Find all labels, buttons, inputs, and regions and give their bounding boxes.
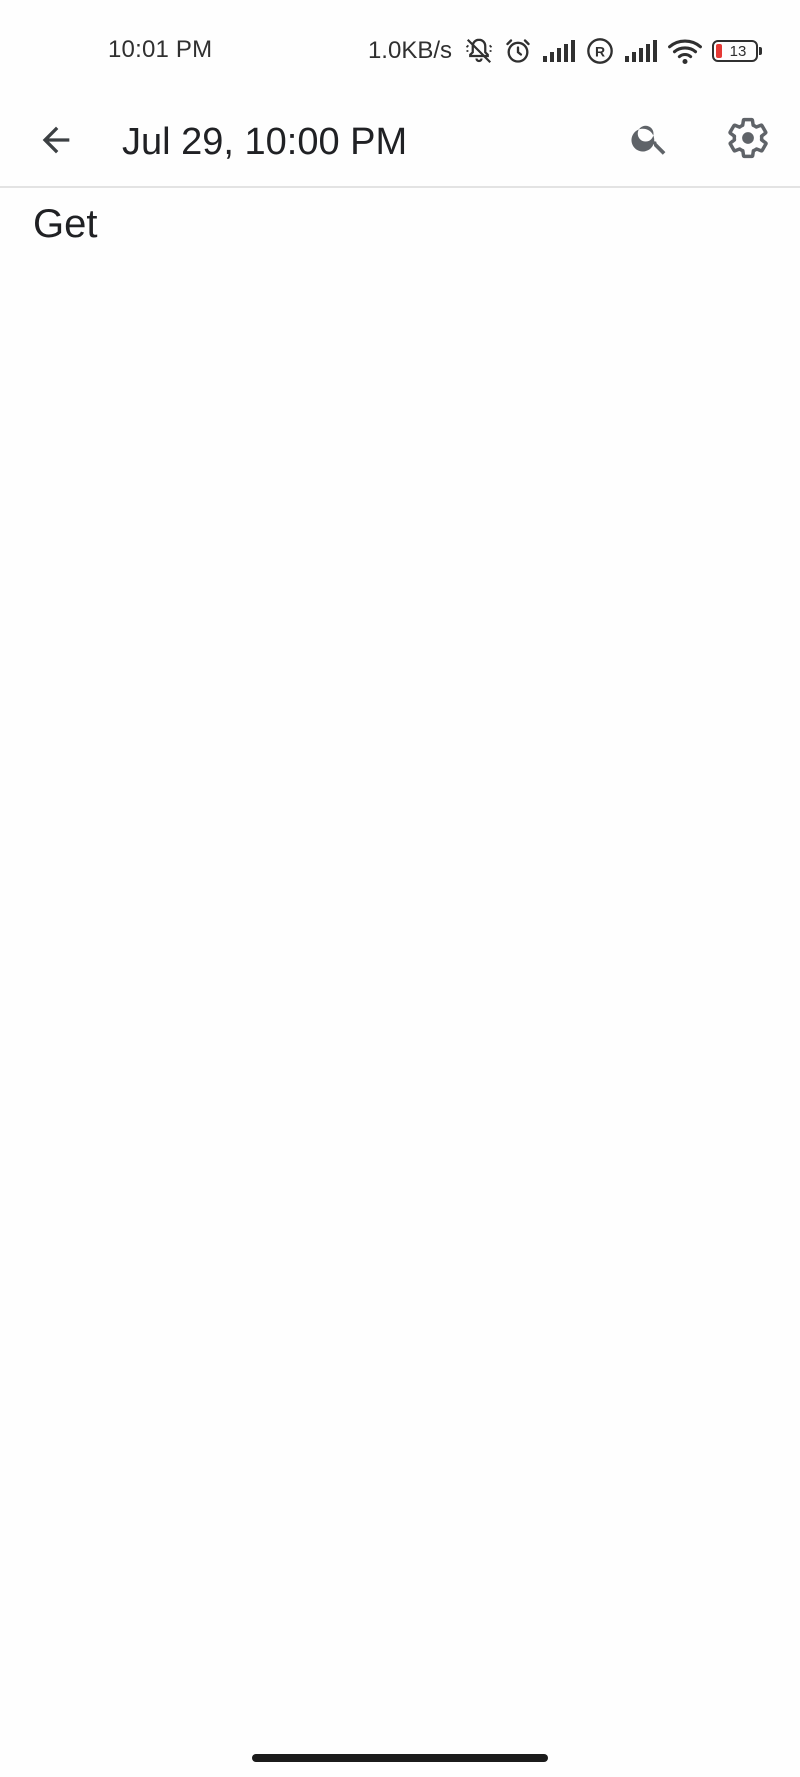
app-bar: Jul 29, 10:00 PM [0, 100, 800, 188]
battery-fill [716, 44, 722, 58]
muted-bell-icon [464, 36, 494, 66]
wifi-icon [668, 37, 702, 65]
settings-button[interactable] [722, 114, 774, 166]
network-speed: 1.0KB/s [367, 37, 452, 64]
search-button[interactable] [624, 114, 676, 166]
battery-level: 13 [729, 42, 747, 60]
status-icons: 1.0KB/s R 13 [367, 34, 762, 68]
battery-icon: 13 [712, 40, 762, 62]
registered-icon: R [586, 37, 614, 65]
alarm-icon [504, 37, 532, 65]
home-indicator[interactable] [252, 1754, 548, 1762]
status-bar: 10:01 PM 1.0KB/s R 13 [0, 0, 800, 100]
note-timestamp-title: Jul 29, 10:00 PM [122, 121, 408, 163]
note-body-text[interactable]: Get [33, 200, 97, 248]
signal-icon [624, 39, 658, 63]
back-arrow-icon [36, 120, 76, 165]
signal-icon [542, 39, 576, 63]
svg-text:R: R [595, 43, 605, 59]
status-time: 10:01 PM [108, 36, 213, 63]
search-icon [629, 117, 671, 164]
settings-gear-icon [726, 116, 770, 165]
back-button[interactable] [30, 116, 82, 168]
